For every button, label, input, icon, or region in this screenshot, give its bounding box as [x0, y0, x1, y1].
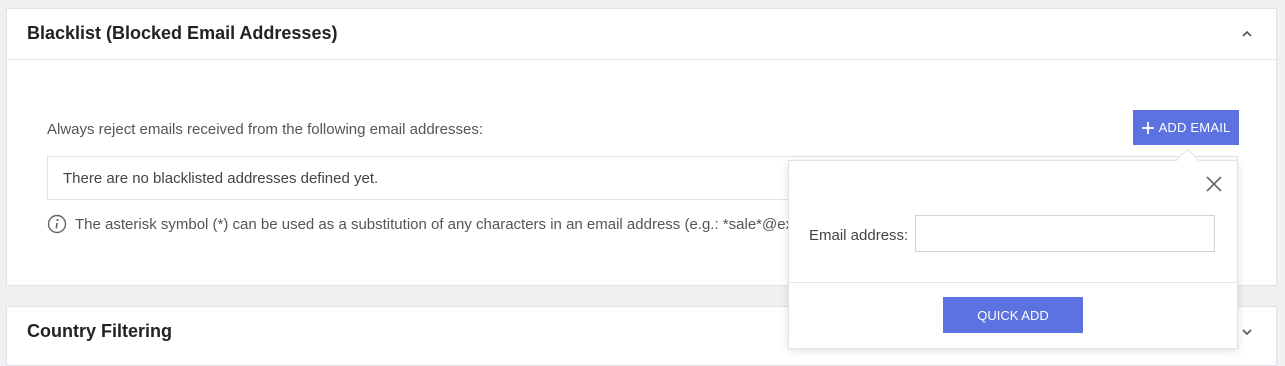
quick-add-button[interactable]: QUICK ADD — [943, 297, 1083, 333]
email-address-input[interactable] — [915, 215, 1215, 252]
popup-divider — [789, 282, 1237, 283]
asterisk-hint: The asterisk symbol (*) can be used as a… — [47, 214, 801, 234]
quick-add-popup: Email address: QUICK ADD — [788, 148, 1238, 349]
country-filtering-title: Country Filtering — [27, 321, 172, 341]
add-email-button[interactable]: ADD EMAIL — [1133, 110, 1239, 145]
plus-icon — [1141, 121, 1154, 134]
close-icon[interactable] — [1205, 175, 1223, 193]
blacklist-panel-title: Blacklist (Blocked Email Addresses) — [27, 23, 338, 43]
add-email-label: ADD EMAIL — [1158, 120, 1231, 135]
blacklist-description: Always reject emails received from the f… — [47, 121, 484, 138]
blacklist-panel-header[interactable]: Blacklist (Blocked Email Addresses) — [7, 9, 1276, 60]
email-address-label: Email address: — [809, 227, 909, 244]
chevron-down-icon[interactable] — [1240, 325, 1254, 339]
asterisk-hint-text: The asterisk symbol (*) can be used as a… — [75, 215, 802, 233]
chevron-up-icon[interactable] — [1240, 27, 1254, 41]
empty-list-message: There are no blacklisted addresses defin… — [63, 170, 379, 187]
info-icon — [47, 214, 67, 234]
